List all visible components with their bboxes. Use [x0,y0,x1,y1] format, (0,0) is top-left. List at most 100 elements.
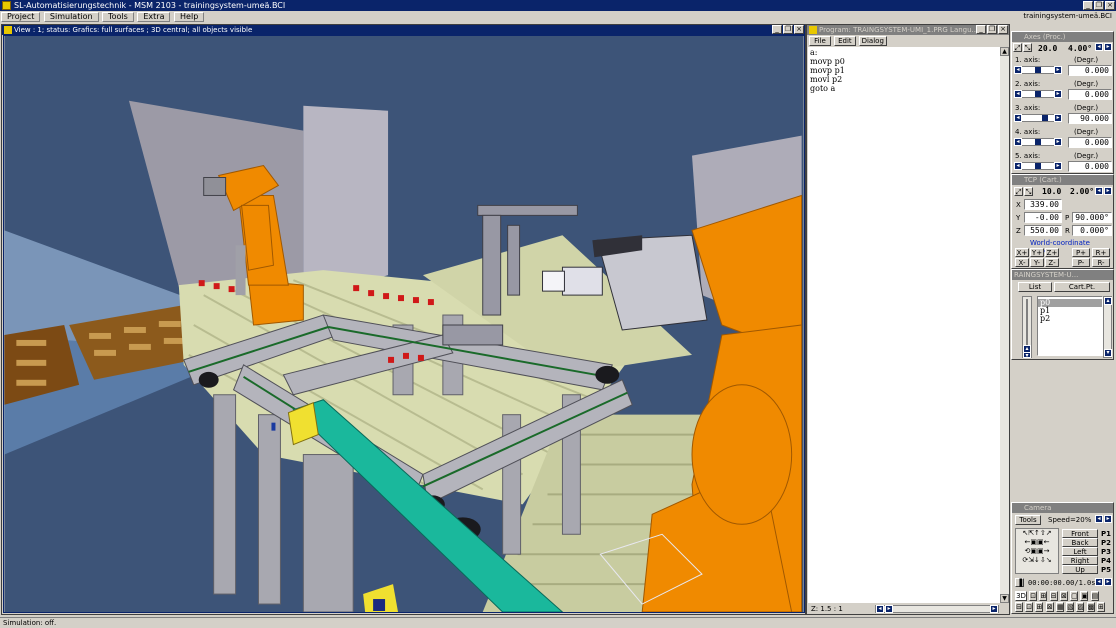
tcp-r-field[interactable]: 0.000° [1072,225,1112,236]
points-list[interactable]: p0 p1 p2 [1037,296,1103,356]
camera-tool-icon[interactable]: ⊟ [1015,602,1023,612]
camera-tool-icon[interactable]: ⊠ [1059,591,1068,601]
camera-tool-icon[interactable]: ⊞ [1035,602,1044,612]
point-item[interactable]: p2 [1038,315,1102,323]
maximize-icon[interactable]: ❐ [1094,1,1104,10]
axis-value[interactable]: 90.000 [1068,113,1112,124]
tcp-dec-icon[interactable]: ◂ [1095,187,1103,195]
axis-slider[interactable]: ◂ ▸ [1014,114,1062,122]
camera-nav-icon[interactable]: ↖⇱↑⇧↗ [1022,529,1051,537]
program-minimize-icon[interactable]: _ [976,25,986,34]
tcp-x-field[interactable]: 339.00 [1024,199,1062,210]
camera-play-icon[interactable]: ▐ [1015,578,1024,587]
axis-slider-left-icon[interactable]: ◂ [1014,66,1022,74]
points-slider-down-icon[interactable]: ▾ [1023,352,1031,359]
camera-speed-dec-icon[interactable]: ◂ [1095,515,1103,523]
axis-slider-thumb[interactable] [1035,91,1041,97]
menu-extra[interactable]: Extra [137,12,171,22]
camera-view-button[interactable]: Left [1062,547,1098,556]
camera-tool-icon[interactable]: ▣ [1080,591,1089,601]
axis-slider-right-icon[interactable]: ▸ [1054,66,1062,74]
tcp-inc-icon[interactable]: ▸ [1104,187,1112,195]
axis-slider-left-icon[interactable]: ◂ [1014,162,1022,170]
tcp-jog-button[interactable]: P- [1072,258,1090,267]
tcp-jog-button[interactable]: Y+ [1030,248,1044,257]
tcp-jog-button[interactable]: P+ [1072,248,1090,257]
axis-slider-thumb[interactable] [1042,115,1048,121]
view-minimize-icon[interactable]: _ [772,25,782,34]
axes-mode2-icon[interactable]: ⤡ [1023,43,1032,52]
camera-tool-icon[interactable]: ⊠ [1045,602,1054,612]
tcp-jog-button[interactable]: Z- [1045,258,1059,267]
menu-project[interactable]: Project [1,12,41,22]
tcp-jog-button[interactable]: R+ [1092,248,1110,257]
points-tab-cart[interactable]: Cart.Pt. [1054,282,1110,292]
axis-slider-left-icon[interactable]: ◂ [1014,90,1022,98]
points-scroll-up-icon[interactable]: ▴ [1104,297,1112,305]
axes-mode-icon[interactable]: ⤢ [1013,43,1022,52]
axes-dec-icon[interactable]: ◂ [1095,43,1103,51]
tcp-y-field[interactable]: -0.00 [1024,212,1062,223]
program-maximize-icon[interactable]: ❐ [987,25,997,34]
scroll-down-icon[interactable]: ▼ [1000,594,1009,603]
camera-tool-icon[interactable]: ⊟ [1049,591,1058,601]
camera-nav-icon[interactable]: ⟳⇲↓⇩↘ [1022,556,1051,564]
points-scroll-down-icon[interactable]: ▾ [1104,349,1112,357]
camera-tool-icon[interactable]: ▢ [1070,591,1079,601]
camera-tool-icon[interactable]: ▨ [1076,602,1085,612]
camera-tool-icon[interactable]: ▦ [1055,602,1064,612]
axis-slider-thumb[interactable] [1035,139,1041,145]
camera-view-button[interactable]: Right [1062,556,1098,565]
axis-slider-left-icon[interactable]: ◂ [1014,114,1022,122]
program-editor[interactable]: a: movp p0 movp p1 movl p2 goto a [808,47,1000,603]
axis-slider-thumb[interactable] [1035,67,1041,73]
close-icon[interactable]: × [1105,1,1115,10]
camera-tool-icon[interactable]: ⊡ [1029,591,1038,601]
program-close-icon[interactable]: × [998,25,1008,34]
scene-3d-viewport[interactable] [3,35,805,613]
axis-slider[interactable]: ◂ ▸ [1014,90,1062,98]
program-menu-dialog[interactable]: Dialog [858,36,887,46]
camera-tool-icon[interactable]: ⊞ [1039,591,1048,601]
camera-view-button[interactable]: Up [1062,565,1098,574]
camera-speed-inc-icon[interactable]: ▸ [1104,515,1112,523]
tcp-jog-button[interactable]: X- [1015,258,1029,267]
camera-tool-icon[interactable]: ⊞ [1096,602,1105,612]
axis-value[interactable]: 0.000 [1068,65,1112,76]
axis-slider-right-icon[interactable]: ▸ [1054,138,1062,146]
camera-tool-icon[interactable]: ▤ [1090,591,1099,601]
axis-slider-thumb[interactable] [1035,163,1041,169]
scroll-left-icon[interactable]: ◂ [876,605,884,613]
axis-value[interactable]: 0.000 [1068,137,1112,148]
minimize-icon[interactable]: _ [1083,1,1093,10]
points-slider-left[interactable]: ▴ ▾ [1022,296,1032,359]
axis-slider-right-icon[interactable]: ▸ [1054,90,1062,98]
tcp-jog-button[interactable]: X+ [1015,248,1029,257]
axis-slider-right-icon[interactable]: ▸ [1054,162,1062,170]
scroll-right-small-icon[interactable]: ▸ [885,605,893,613]
axis-value[interactable]: 0.000 [1068,161,1112,172]
axis-slider[interactable]: ◂ ▸ [1014,162,1062,170]
camera-mode-button[interactable]: 3D [1015,591,1027,601]
view-close-icon[interactable]: × [794,25,804,34]
program-vscroll[interactable]: ▲ ▼ [1000,47,1009,603]
tcp-jog-button[interactable]: R- [1092,258,1110,267]
axis-slider-left-icon[interactable]: ◂ [1014,138,1022,146]
axis-slider[interactable]: ◂ ▸ [1014,66,1062,74]
tcp-mode2-icon[interactable]: ⤡ [1024,187,1033,196]
camera-tools-button[interactable]: Tools [1015,515,1041,525]
scroll-up-icon[interactable]: ▲ [1000,47,1009,56]
menu-tools[interactable]: Tools [102,12,134,22]
points-tab-list[interactable]: List [1018,282,1052,292]
camera-view-button[interactable]: Front [1062,529,1098,538]
camera-tool-icon[interactable]: ▧ [1066,602,1075,612]
camera-nav-icon[interactable]: ←▣▣← [1025,538,1050,546]
program-menu-file[interactable]: File [809,36,831,46]
camera-tool-icon[interactable]: ⊡ [1025,602,1034,612]
axis-value[interactable]: 0.000 [1068,89,1112,100]
view-maximize-icon[interactable]: ❐ [783,25,793,34]
axis-slider[interactable]: ◂ ▸ [1014,138,1062,146]
tcp-p-field[interactable]: 90.000° [1072,212,1112,223]
program-menu-edit[interactable]: Edit [833,36,856,46]
points-vscroll[interactable]: ▴ ▾ [1103,296,1112,358]
